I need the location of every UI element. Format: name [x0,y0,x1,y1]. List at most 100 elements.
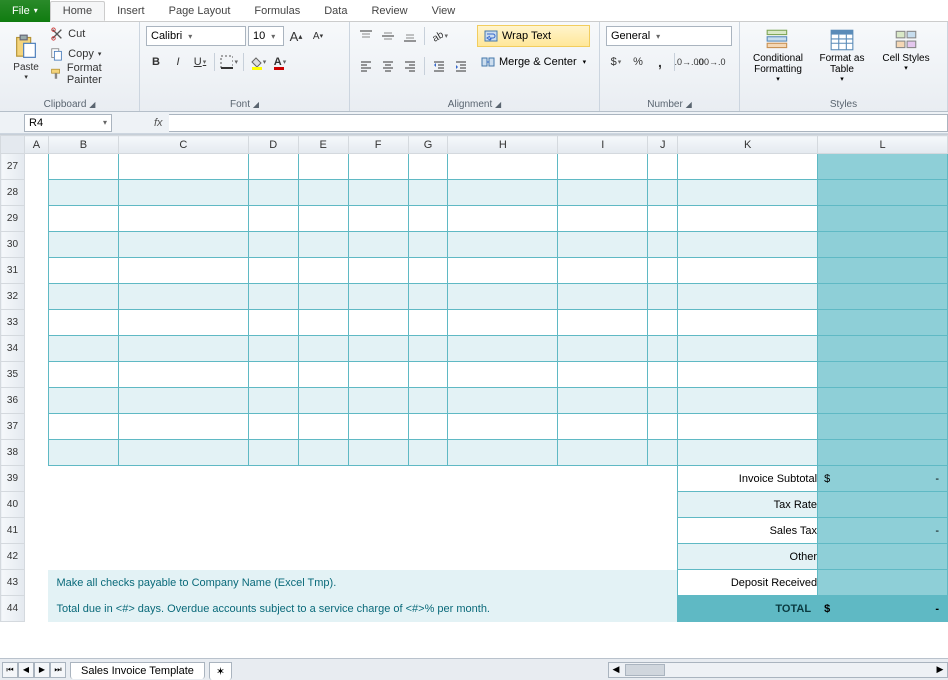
row-header-28[interactable]: 28 [1,180,25,206]
row-header-41[interactable]: 41 [1,518,25,544]
row-header-30[interactable]: 30 [1,232,25,258]
align-top-button[interactable] [356,26,376,46]
conditional-formatting-button[interactable]: Conditional Formatting▾ [746,25,810,85]
row-41[interactable]: 41Sales Tax- [1,518,948,544]
col-header-D[interactable]: D [248,136,298,154]
sheet-nav-first[interactable]: ⏮ [2,662,18,678]
col-header-E[interactable]: E [298,136,348,154]
row-36[interactable]: 36 [1,388,948,414]
row-29[interactable]: 29 [1,206,948,232]
decrease-decimal-button[interactable]: .00→.0 [701,52,721,72]
row-28[interactable]: 28 [1,180,948,206]
row-header-34[interactable]: 34 [1,336,25,362]
font-color-button[interactable]: A▾ [270,52,290,72]
col-header-L[interactable]: L [818,136,948,154]
name-box[interactable]: R4▾ [24,114,112,132]
col-header-J[interactable]: J [648,136,678,154]
wrap-text-button[interactable]: Wrap Text [477,25,590,47]
row-31[interactable]: 31 [1,258,948,284]
border-button[interactable]: ▾ [219,52,239,72]
row-header-40[interactable]: 40 [1,492,25,518]
col-header-K[interactable]: K [678,136,818,154]
row-42[interactable]: 42Other [1,544,948,570]
tab-insert[interactable]: Insert [105,2,157,20]
row-38[interactable]: 38 [1,440,948,466]
cut-button[interactable]: Cut [50,25,133,43]
format-as-table-button[interactable]: Format as Table▾ [810,25,874,85]
italic-button[interactable]: I [168,52,188,72]
align-bottom-button[interactable] [400,26,420,46]
row-header-42[interactable]: 42 [1,544,25,570]
percent-button[interactable]: % [628,52,648,72]
sheet-nav-prev[interactable]: ◀ [18,662,34,678]
tab-review[interactable]: Review [359,2,419,20]
sheet-tab-new[interactable]: ✶ [209,662,232,680]
col-header-B[interactable]: B [48,136,118,154]
row-33[interactable]: 33 [1,310,948,336]
row-header-43[interactable]: 43 [1,570,25,596]
tab-home[interactable]: Home [50,1,105,21]
tab-view[interactable]: View [420,2,468,20]
merge-center-button[interactable]: Merge & Center▾ [477,51,590,73]
tab-data[interactable]: Data [312,2,359,20]
row-35[interactable]: 35 [1,362,948,388]
row-header-44[interactable]: 44 [1,596,25,622]
fx-label[interactable]: fx [154,117,163,129]
worksheet-grid[interactable]: ABCDEFGHIJKL 27282930313233343536373839In… [0,134,948,654]
col-header-I[interactable]: I [558,136,648,154]
row-header-29[interactable]: 29 [1,206,25,232]
currency-button[interactable]: $▾ [606,52,626,72]
font-size-combo[interactable]: 10▾ [248,26,284,46]
row-39[interactable]: 39Invoice Subtotal$- [1,466,948,492]
col-header-C[interactable]: C [118,136,248,154]
horizontal-scrollbar[interactable]: ◀▶ [608,662,948,678]
row-34[interactable]: 34 [1,336,948,362]
copy-button[interactable]: Copy▾ [50,45,133,63]
formula-bar[interactable] [169,114,948,132]
comma-button[interactable]: , [650,52,670,72]
fill-color-button[interactable]: ▾ [248,52,268,72]
col-header-H[interactable]: H [448,136,558,154]
cell-styles-button[interactable]: Cell Styles▾ [874,25,938,74]
sheet-tab[interactable]: Sales Invoice Template [70,662,205,679]
sheet-nav-last[interactable]: ⏭ [50,662,66,678]
row-header-38[interactable]: 38 [1,440,25,466]
row-header-39[interactable]: 39 [1,466,25,492]
col-header-G[interactable]: G [408,136,448,154]
row-37[interactable]: 37 [1,414,948,440]
shrink-font-button[interactable]: A▾ [308,26,328,46]
row-header-32[interactable]: 32 [1,284,25,310]
align-right-button[interactable] [400,56,420,76]
col-header-A[interactable]: A [24,136,48,154]
col-header-F[interactable]: F [348,136,408,154]
sheet-nav-next[interactable]: ▶ [34,662,50,678]
align-middle-button[interactable] [378,26,398,46]
row-header-36[interactable]: 36 [1,388,25,414]
align-left-button[interactable] [356,56,376,76]
underline-button[interactable]: U▾ [190,52,210,72]
row-header-31[interactable]: 31 [1,258,25,284]
row-header-33[interactable]: 33 [1,310,25,336]
row-header-27[interactable]: 27 [1,154,25,180]
increase-indent-button[interactable] [451,56,471,76]
row-44[interactable]: 44Total due in <#> days. Overdue account… [1,596,948,622]
row-32[interactable]: 32 [1,284,948,310]
select-all-corner[interactable] [1,136,25,154]
bold-button[interactable]: B [146,52,166,72]
align-center-button[interactable] [378,56,398,76]
number-format-combo[interactable]: General▾ [606,26,732,46]
row-27[interactable]: 27 [1,154,948,180]
tab-formulas[interactable]: Formulas [242,2,312,20]
grow-font-button[interactable]: A▴ [286,26,306,46]
font-name-combo[interactable]: Calibri▾ [146,26,246,46]
row-43[interactable]: 43Make all checks payable to Company Nam… [1,570,948,596]
row-30[interactable]: 30 [1,232,948,258]
tab-page-layout[interactable]: Page Layout [157,2,243,20]
row-40[interactable]: 40Tax Rate [1,492,948,518]
format-painter-button[interactable]: Format Painter [50,65,133,83]
decrease-indent-button[interactable] [429,56,449,76]
row-header-35[interactable]: 35 [1,362,25,388]
tab-file[interactable]: File▾ [0,0,50,22]
orientation-button[interactable]: ab▾ [429,26,449,46]
row-header-37[interactable]: 37 [1,414,25,440]
